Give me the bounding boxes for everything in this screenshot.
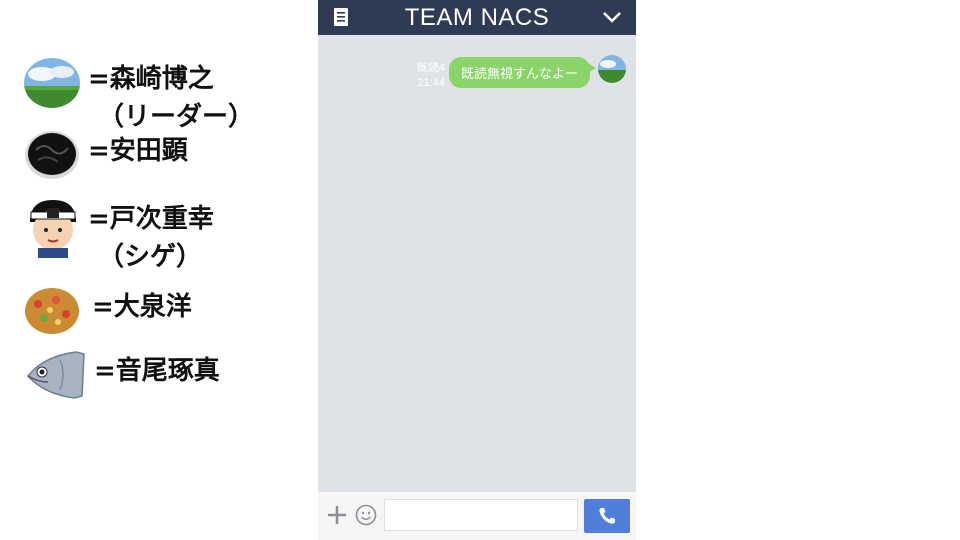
message-row: 既読4 21:44 既読無視すんなよー	[417, 55, 626, 91]
chat-header: TEAM NACS	[318, 0, 636, 35]
call-button[interactable]	[584, 499, 630, 533]
input-bar	[318, 491, 636, 540]
paella-icon	[24, 286, 80, 336]
sender-avatar[interactable]	[598, 55, 626, 83]
man-headband-icon	[24, 198, 82, 258]
member-legend: =森崎博之 （リーダー） =安田顕 =戸次重幸 （シゲ） =大泉洋 =音尾琢真	[0, 0, 318, 540]
message-bubble[interactable]: 既読無視すんなよー	[448, 57, 597, 88]
notes-icon[interactable]	[334, 8, 348, 26]
message-input[interactable]	[384, 499, 578, 531]
landscape-avatar-icon	[24, 58, 80, 108]
message-meta: 既読4 21:44	[417, 61, 445, 91]
chat-title: TEAM NACS	[404, 3, 550, 31]
fish-head-icon	[24, 350, 86, 400]
read-status: 既読4	[416, 62, 445, 74]
phone-icon	[599, 508, 615, 524]
dark-jelly-icon	[24, 130, 80, 180]
message-time: 21:44	[417, 77, 445, 89]
legend-name: =安田顕	[88, 136, 188, 166]
chat-window: TEAM NACS 既読4 21:44 既読無視すんなよー	[318, 0, 636, 540]
chevron-down-icon[interactable]	[602, 9, 622, 25]
legend-name: =戸次重幸	[88, 204, 214, 234]
legend-subtitle: （リーダー）	[98, 102, 255, 132]
legend-subtitle: （シゲ）	[98, 242, 203, 272]
emoji-icon[interactable]	[355, 504, 377, 526]
legend-name: =森崎博之	[88, 64, 214, 94]
plus-icon[interactable]	[327, 505, 347, 525]
legend-name: =音尾琢真	[94, 356, 220, 386]
legend-name: =大泉洋	[92, 292, 192, 322]
